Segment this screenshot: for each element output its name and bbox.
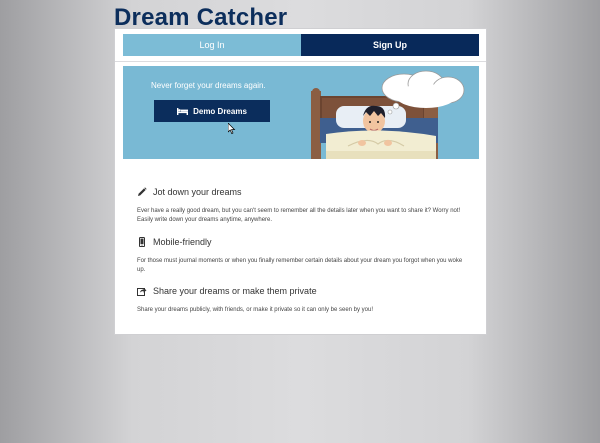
hero-banner: Never forget your dreams again. Demo Dre… [123,66,479,159]
feature-item: Jot down your dreams Ever have a really … [137,187,472,224]
pencil-icon [138,187,147,196]
demo-dreams-button[interactable]: Demo Dreams [154,100,270,122]
hero-tagline: Never forget your dreams again. [151,81,266,90]
bed-icon [177,107,189,115]
feature-description: For those must journal moments or when y… [137,258,463,273]
feature-title: Mobile-friendly [153,237,212,247]
tab-login[interactable]: Log In [123,34,301,56]
feature-item: Mobile-friendly For those must journal m… [137,237,472,274]
feature-title: Share your dreams or make them private [153,286,317,296]
demo-dreams-label: Demo Dreams [193,106,247,116]
main-panel: Log In Sign Up Never forget your dreams … [114,28,487,335]
share-icon [137,288,147,296]
feature-description: Ever have a really good dream, but you c… [137,208,461,223]
feature-title: Jot down your dreams [153,187,242,197]
auth-tabs: Log In Sign Up [123,34,479,56]
mobile-icon [139,237,145,247]
tab-signup[interactable]: Sign Up [301,34,479,56]
sleeping-person-illustration [311,70,465,159]
mouse-cursor-icon [228,123,236,135]
feature-description: Share your dreams publicly, with friends… [137,307,374,313]
feature-item: Share your dreams or make them private S… [137,286,472,315]
divider [115,61,486,62]
